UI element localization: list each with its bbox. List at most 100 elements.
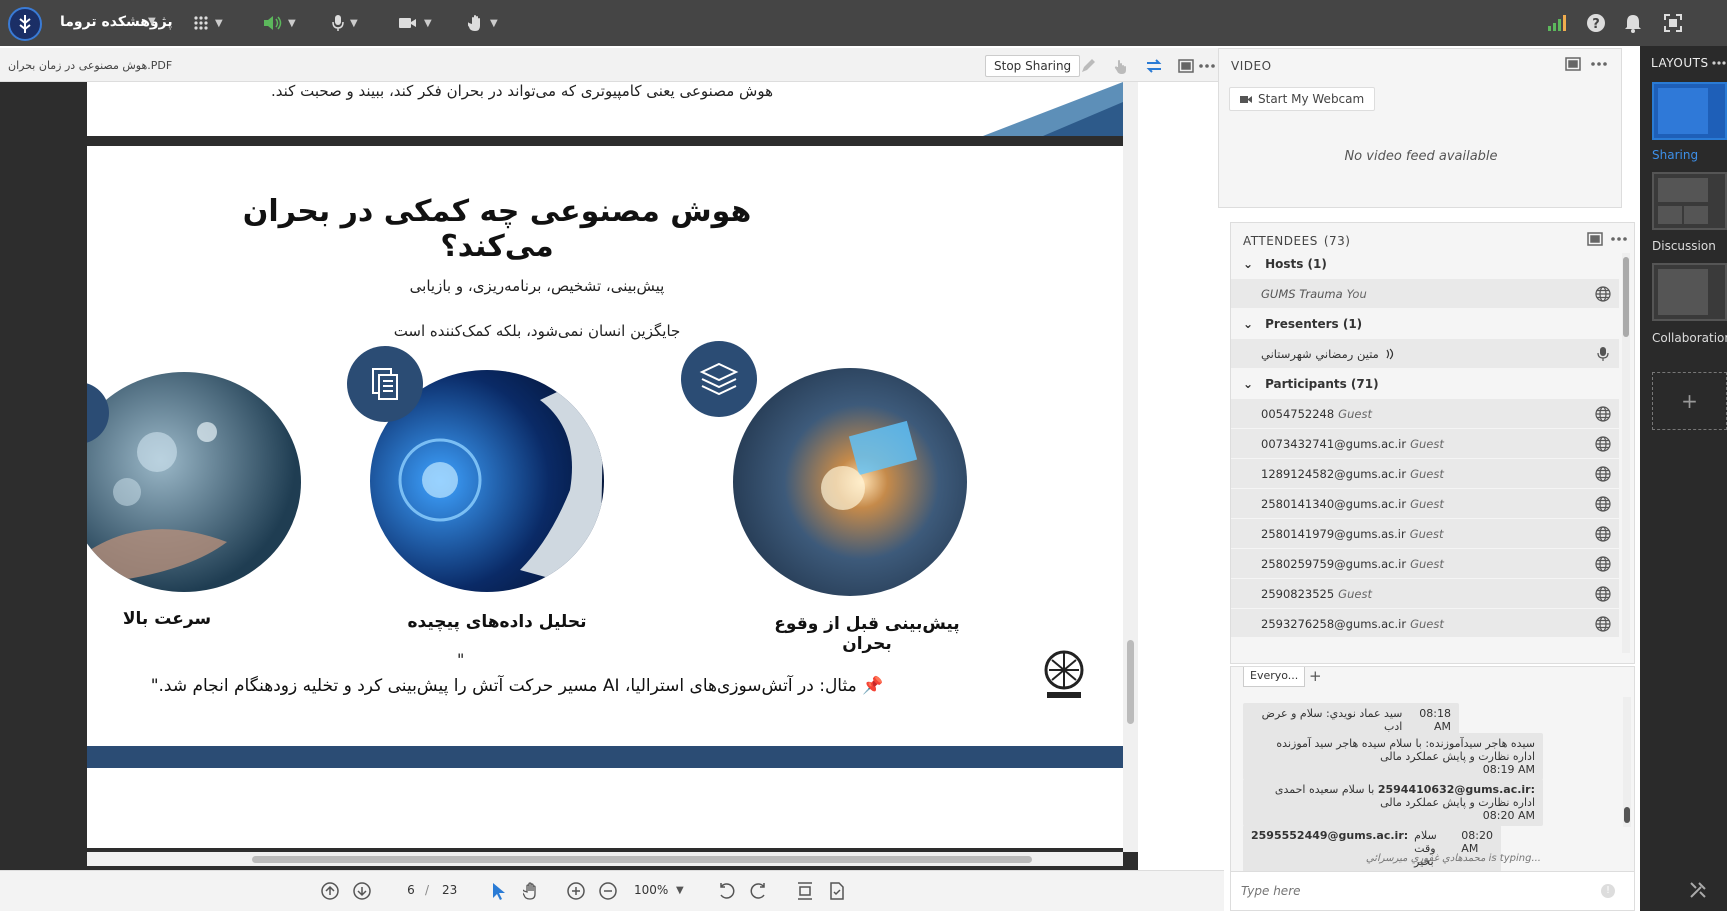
more-options-icon[interactable] <box>1196 56 1218 76</box>
svg-text:?: ? <box>1592 17 1600 32</box>
vertical-scrollbar[interactable] <box>1123 82 1138 852</box>
layout-thumb-discussion[interactable] <box>1652 172 1727 230</box>
layout-label-discussion[interactable]: Discussion <box>1652 239 1716 253</box>
add-chat-tab-icon[interactable]: + <box>1309 667 1322 685</box>
chevron-down-icon: ▼ <box>350 17 358 29</box>
maximize-icon[interactable] <box>1587 232 1603 246</box>
chevron-down-icon[interactable]: ▼ <box>676 885 684 896</box>
attendee-role: Guest <box>1410 616 1444 631</box>
next-page-icon[interactable] <box>349 879 375 903</box>
vertical-scroll-thumb[interactable] <box>1127 640 1134 724</box>
chevron-down-icon[interactable]: ▼ <box>148 16 156 27</box>
slide-line-1: پیش‌بینی، تشخیص، برنامه‌ریزی، و بازیابی <box>409 277 665 295</box>
horizontal-scroll-thumb[interactable] <box>252 856 1032 863</box>
chat-message: سیده هاجر سیدآموزنده: با سلام سیده هاجر … <box>1243 733 1543 780</box>
attendees-scrollbar[interactable] <box>1622 253 1630 653</box>
participants-label: Participants (71) <box>1265 377 1379 391</box>
select-pointer-icon[interactable] <box>486 879 512 903</box>
maximize-icon[interactable] <box>1565 57 1581 71</box>
raise-hand-button[interactable]: ▼ <box>468 10 498 36</box>
microphone-icon <box>1595 346 1611 362</box>
more-options-icon[interactable] <box>1591 62 1607 66</box>
app-logo[interactable] <box>8 7 42 41</box>
hosts-label: Hosts (1) <box>1265 257 1327 271</box>
current-page-input[interactable]: 6 <box>400 883 422 897</box>
maximize-icon[interactable] <box>1175 56 1197 76</box>
presenters-group-header[interactable]: ⌄ Presenters (1) <box>1231 309 1619 339</box>
fit-page-icon[interactable] <box>792 879 818 903</box>
attendee-row[interactable]: 2580259759@gums.ac.ir Guest <box>1231 549 1619 579</box>
attendee-row-presenter[interactable]: متين رمضاني شهرستاني <box>1231 339 1619 369</box>
slide-footer-band <box>87 746 1123 768</box>
previous-page-icon[interactable] <box>317 879 343 903</box>
attendee-row[interactable]: 0073432741@gums.ac.ir Guest <box>1231 429 1619 459</box>
add-layout-button[interactable]: + <box>1652 372 1727 430</box>
horizontal-scrollbar[interactable] <box>87 852 1123 866</box>
chat-scroll-thumb[interactable] <box>1624 807 1630 823</box>
layout-label-collaboration[interactable]: Collaboration <box>1652 331 1727 345</box>
zoom-out-icon[interactable] <box>595 879 621 903</box>
industrial-tablet-image <box>733 368 967 596</box>
more-options-icon[interactable] <box>1712 61 1726 65</box>
attendees-count: (73) <box>1323 234 1351 248</box>
slide-title: هوش مصنوعی چه کمکی در بحران می‌کند؟ <box>242 194 752 264</box>
attendee-name: GUMS Trauma <box>1261 286 1343 301</box>
layout-label-sharing[interactable]: Sharing <box>1652 148 1698 162</box>
attendee-row[interactable]: 0054752248 Guest <box>1231 399 1619 429</box>
chevron-down-icon: ⌄ <box>1243 317 1254 331</box>
pan-hand-icon[interactable] <box>518 879 544 903</box>
globe-icon <box>1595 466 1611 482</box>
fullscreen-icon[interactable] <box>1664 14 1682 32</box>
participants-group-header[interactable]: ⌄ Participants (71) <box>1231 369 1619 399</box>
presenters-label: Presenters (1) <box>1265 317 1363 331</box>
microphone-button[interactable]: ▼ <box>332 10 358 36</box>
chat-options-icon[interactable]: ! <box>1601 884 1615 898</box>
chat-message: 2595552449@gums.ac.ir: سلام وقت بخیر 08:… <box>1243 825 1501 872</box>
attendee-row[interactable]: 2580141340@gums.ac.ir Guest <box>1231 489 1619 519</box>
attendee-row[interactable]: 2580141979@gums.as.ir Guest <box>1231 519 1619 549</box>
attendee-role: Guest <box>1409 526 1444 541</box>
camera-icon <box>398 16 418 30</box>
connection-status-icon[interactable] <box>1547 14 1567 32</box>
notification-bell-icon[interactable] <box>1624 13 1642 33</box>
stop-sharing-button[interactable]: Stop Sharing <box>985 55 1081 77</box>
zoom-in-icon[interactable] <box>563 879 589 903</box>
chat-tab-everyone[interactable]: Everyo... <box>1243 667 1306 687</box>
example-text: مثال: در آتش‌سوزی‌های استرالیا، AI مسیر … <box>150 676 857 696</box>
apps-menu-button[interactable]: ▼ <box>193 10 223 36</box>
draw-icon[interactable] <box>1077 56 1099 76</box>
pointer-hand-icon[interactable] <box>1110 56 1132 76</box>
caption-analysis: تحلیل داده‌های پیچیده <box>407 612 587 632</box>
more-options-icon[interactable] <box>1611 237 1627 241</box>
rotate-right-icon[interactable] <box>746 879 772 903</box>
layout-thumb-sharing[interactable] <box>1652 82 1727 140</box>
speaker-button[interactable]: ▼ <box>262 10 296 36</box>
sync-icon[interactable] <box>1143 56 1165 76</box>
attendee-row[interactable]: 2590823525 Guest <box>1231 579 1619 609</box>
chat-message-time: 08:20 AM <box>1482 809 1535 822</box>
top-menu-bar: پژوهشکده تروما ▼ ▼ ▼ ▼ ▼ ▼ ? <box>0 0 1727 46</box>
start-webcam-button[interactable]: Start My Webcam <box>1229 87 1376 111</box>
camera-button[interactable]: ▼ <box>398 10 432 36</box>
attendee-row[interactable]: 2593276258@gums.ac.ir Guest <box>1231 609 1619 637</box>
chat-input[interactable] <box>1241 880 1571 902</box>
help-icon[interactable]: ? <box>1586 13 1606 33</box>
video-pod: VIDEO Start My Webcam No video feed avai… <box>1218 48 1622 208</box>
attendee-row-host[interactable]: GUMS Trauma You <box>1231 279 1619 309</box>
slide-page: هوش مصنوعی چه کمکی در بحران می‌کند؟ پیش‌… <box>87 146 1123 848</box>
chevron-down-icon: ▼ <box>288 17 296 29</box>
chat-scrollbar[interactable] <box>1623 697 1631 827</box>
layout-thumb-collaboration[interactable] <box>1652 263 1727 321</box>
attendee-row[interactable]: 1289124582@gums.ac.ir Guest <box>1231 459 1619 489</box>
participants-list: 0054752248 Guest 0073432741@gums.ac.ir Gue… <box>1231 399 1619 637</box>
zoom-level[interactable]: 100% <box>634 883 668 897</box>
attendees-scroll-thumb[interactable] <box>1623 257 1629 337</box>
speaking-icon <box>1385 348 1395 360</box>
speaker-icon <box>262 15 282 31</box>
rotate-left-icon[interactable] <box>713 879 739 903</box>
pod-tools-icon[interactable] <box>1688 880 1708 900</box>
hosts-group-header[interactable]: ⌄ Hosts (1) <box>1231 249 1619 279</box>
chat-message-text: سیده هاجر سیدآموزنده: با سلام سیده هاجر … <box>1276 737 1535 763</box>
attendees-title: ATTENDEES <box>1243 234 1318 248</box>
sync-document-icon[interactable] <box>824 879 850 903</box>
